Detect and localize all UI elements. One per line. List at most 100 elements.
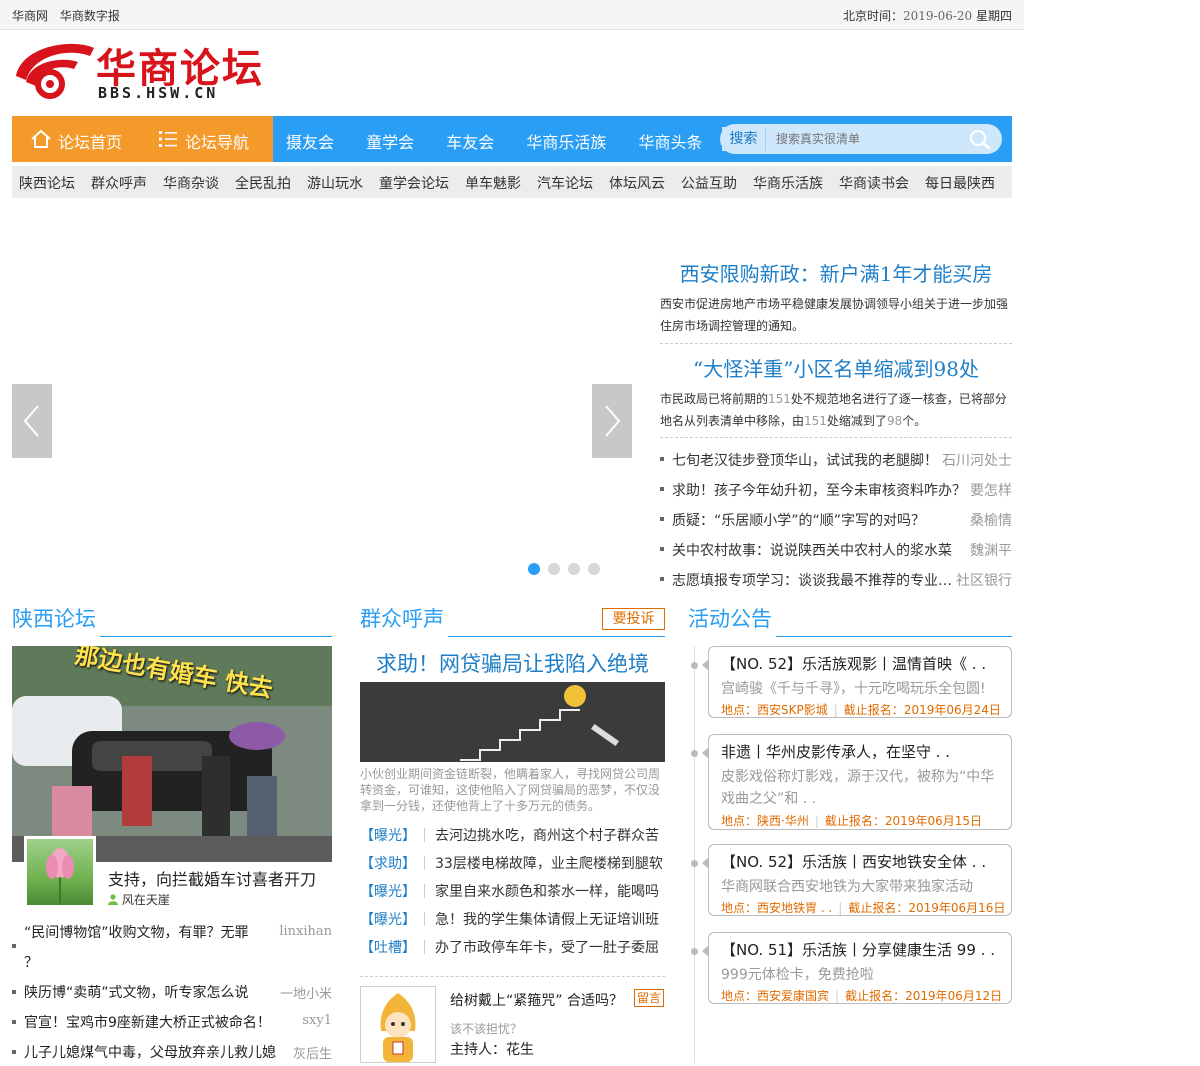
subnav-item[interactable]: 华商读书会 [839, 173, 909, 193]
list-item[interactable]: 求助！孩子今年幼升初，至今未审核资料咋办？ 要怎样 [660, 478, 1012, 508]
nav-home-block: 论坛首页 论坛导航 [12, 116, 273, 162]
subnav-item[interactable]: 每日最陕西 [925, 173, 995, 193]
headline-desc: 市民政局已将前期的151处不规范地名进行了逐一核查，已将部分地名从列表清单中移除… [660, 392, 1007, 428]
list-item[interactable]: 质疑：“乐居顺小学”的“顺”字写的对吗？ 桑榆情 [660, 508, 1012, 538]
activity-card[interactable]: 【NO. 52】乐活族观影丨温情首映《 . . 宫崎骏《千与千寻》，十元吃喝玩乐… [708, 646, 1012, 718]
timeline-dot [691, 662, 698, 669]
top-link-hsw[interactable]: 华商网 [12, 9, 48, 23]
list-item[interactable]: 【求助】 33层楼电梯故障，业主爬楼梯到腿软 [360, 850, 665, 878]
complain-button[interactable]: 要投诉 [602, 608, 665, 630]
activity-card[interactable]: 非遗丨华州皮影传承人，在坚守 . . 皮影戏俗称灯影戏，源于汉代，被称为“中华戏… [708, 734, 1012, 830]
host-topic[interactable]: 给树戴上“紧箍咒” 合适吗？ [450, 990, 623, 1010]
carousel-dot[interactable] [548, 563, 560, 575]
activity-meta: 地点：陕西·华州 | 截止报名：2019年06月15日 [721, 814, 982, 828]
nav-item-photo[interactable]: 摄友会 [286, 133, 334, 152]
top-link-epaper[interactable]: 华商数字报 [60, 9, 120, 23]
activity-desc: 华商网联合西安地铁为大家带来独家活动 [721, 879, 973, 895]
carousel-dot[interactable] [528, 563, 540, 575]
voice-headline[interactable]: 求助！网贷骗局让我陷入绝境 [360, 648, 665, 678]
nav-item-headline[interactable]: 华商头条 [638, 133, 702, 152]
nav-item-car[interactable]: 车友会 [446, 133, 494, 152]
activity-title[interactable]: 【NO. 52】乐活族丨西安地铁安全体 . . [721, 851, 1003, 872]
nav-item-kids[interactable]: 童学会 [366, 133, 414, 152]
host-avatar[interactable] [360, 986, 436, 1063]
activity-desc: 皮影戏俗称灯影戏，源于汉代，被称为“中华戏曲之父”和 . . [721, 769, 995, 807]
image-carousel[interactable] [12, 205, 632, 588]
featured-author[interactable]: 风在天崖 [108, 891, 170, 908]
activity-title[interactable]: 【NO. 52】乐活族观影丨温情首映《 . . [721, 653, 1003, 674]
sub-nav: 陕西论坛 群众呼声 华商杂谈 全民乱拍 游山玩水 童学会论坛 单车魅影 汽车论坛… [12, 166, 1012, 198]
activity-desc: 宫崎骏《千与千寻》，十元吃喝玩乐全包圆! [721, 681, 986, 697]
section-title-shaanxi[interactable]: 陕西论坛 [12, 603, 96, 633]
list-item[interactable]: 【曝光】 急！我的学生集体请假上无证培训班 [360, 906, 665, 934]
subnav-item[interactable]: 童学会论坛 [379, 173, 449, 193]
chevron-left-icon [23, 405, 39, 437]
message-button[interactable]: 留言 [634, 989, 664, 1007]
site-logo[interactable]: 华商论坛 BBS.HSW.CN [12, 36, 282, 102]
stairs-money-photo [360, 682, 665, 762]
activity-title[interactable]: 非遗丨华州皮影传承人，在坚守 . . [721, 741, 1003, 762]
activity-title[interactable]: 【NO. 51】乐活族丨分享健康生活 99 . . [721, 939, 1003, 960]
voice-list: 【曝光】 去河边挑水吃，商州这个村子群众苦 【求助】 33层楼电梯故障，业主爬楼梯到… [360, 822, 665, 962]
activity-timeline [694, 646, 695, 1063]
main-nav: 论坛首页 论坛导航 摄友会 童学会 车友会 华商乐活族 华商头条 搜索 [12, 116, 1012, 162]
subnav-item[interactable]: 公益互助 [681, 173, 737, 193]
timeline-dot [691, 948, 698, 955]
list-item[interactable]: 关中农村故事：说说陕西关中农村人的浆水菜 魏渊平 [660, 538, 1012, 568]
subnav-item[interactable]: 华商杂谈 [163, 173, 219, 193]
activity-meta: 地点：西安SKP影城 | 截止报名：2019年06月24日 [721, 703, 1001, 717]
activity-card[interactable]: 【NO. 52】乐活族丨西安地铁安全体 . . 华商网联合西安地铁为大家带来独家… [708, 844, 1012, 916]
list-item[interactable]: 【吐槽】 办了市政停车年卡，受了一肚子委屈 [360, 934, 665, 962]
subnav-item[interactable]: 群众呼声 [91, 173, 147, 193]
featured-caption[interactable]: 支持，向拦截婚车讨喜者开刀 [108, 866, 316, 890]
subnav-item[interactable]: 单车魅影 [465, 173, 521, 193]
voice-desc: 小伙创业期间资金链断裂，他瞒着家人，寻找网贷公司周转资金，可谁知，这使他陷入了网… [360, 767, 661, 813]
carousel-dot[interactable] [588, 563, 600, 575]
nav-item-lohas[interactable]: 华商乐活族 [526, 133, 606, 152]
section-title-activity[interactable]: 活动公告 [688, 603, 772, 633]
subnav-item[interactable]: 汽车论坛 [537, 173, 593, 193]
subnav-item[interactable]: 游山玩水 [307, 173, 363, 193]
carousel-next-button[interactable] [592, 384, 632, 458]
avatar[interactable] [24, 836, 96, 908]
nav-home[interactable]: 论坛首页 [58, 129, 122, 153]
carousel-dot[interactable] [568, 563, 580, 575]
list-item[interactable]: 【曝光】 去河边挑水吃，商州这个村子群众苦 [360, 822, 665, 850]
list-item[interactable]: 七旬老汉徒步登顶华山，试试我的老腿脚！ 石川河处士 [660, 448, 1012, 478]
home-icon [31, 129, 51, 148]
search-input[interactable] [776, 128, 956, 150]
logo-domain: BBS.HSW.CN [98, 84, 219, 102]
list-icon [159, 131, 177, 147]
user-icon [108, 894, 118, 905]
mascot-icon [380, 993, 416, 1062]
subnav-item[interactable]: 华商乐活族 [753, 173, 823, 193]
section-rule [100, 636, 332, 637]
activity-meta: 地点：西安爱康国宾 | 截止报名：2019年06月12日 [721, 989, 1003, 1003]
divider [360, 976, 665, 977]
activity-card[interactable]: 【NO. 51】乐活族丨分享健康生活 99 . . 999元体检卡，免费抢啦 地… [708, 932, 1012, 1004]
headline-title[interactable]: “大怪洋重”小区名单缩减到98处 [660, 353, 1012, 382]
list-item[interactable]: 【曝光】 家里自来水颜色和茶水一样，能喝吗 [360, 878, 665, 906]
headline-title[interactable]: 西安限购新政：新户满1年才能买房 [660, 258, 1012, 287]
featured-photo[interactable]: 那边也有婚车 快去 [12, 646, 332, 862]
search-icon[interactable] [968, 128, 992, 150]
nav-guide[interactable]: 论坛导航 [185, 129, 249, 153]
shaanxi-list: “民间博物馆”收购文物，有罪？无罪 ？ linxihan 陕历博“卖萌”式文物，… [12, 922, 332, 1062]
headline-list: 七旬老汉徒步登顶华山，试试我的老腿脚！ 石川河处士 求助！孩子今年幼升初，至今未审… [660, 448, 1012, 598]
subnav-item[interactable]: 全民乱拍 [235, 173, 291, 193]
headline-desc: 西安市促进房地产市场平稳健康发展协调领导小组关于进一步加强住房市场调控管理的通知… [660, 297, 1009, 333]
activity-meta: 地点：西安地铁胃 . . | 截止报名：2019年06月16日 [721, 901, 1006, 915]
list-item[interactable]: 志愿填报专项学习：谈谈我最不推荐的专业… 社区银行 [660, 568, 1012, 598]
timeline-dot [691, 750, 698, 757]
voice-photo[interactable] [360, 682, 665, 762]
logo-eye-icon [16, 43, 94, 99]
host-name: 主持人：花生 [450, 1042, 534, 1058]
top-bar: 华商网 华商数字报 北京时间：2019-06-20 星期四 [0, 0, 1024, 30]
carousel-prev-button[interactable] [12, 384, 52, 458]
chevron-right-icon [605, 405, 621, 437]
search-label[interactable]: 搜索 [722, 127, 766, 151]
section-title-voice[interactable]: 群众呼声 [360, 603, 444, 633]
subnav-item[interactable]: 体坛风云 [609, 173, 665, 193]
subnav-item[interactable]: 陕西论坛 [19, 173, 75, 193]
section-rule [776, 636, 1012, 637]
